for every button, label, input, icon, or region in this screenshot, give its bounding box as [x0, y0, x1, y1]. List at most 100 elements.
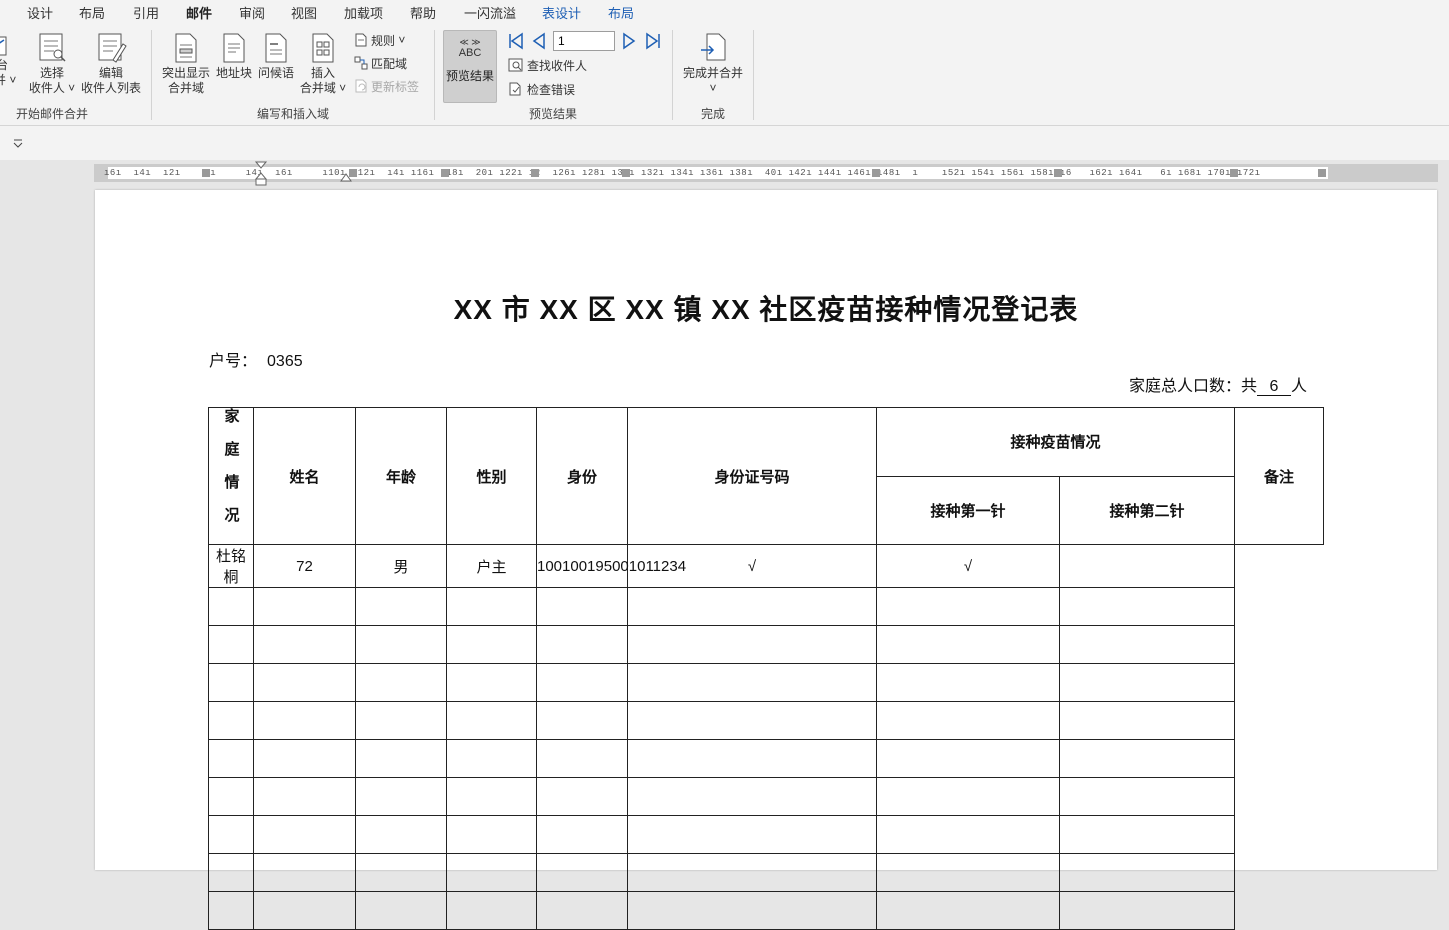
tab-yishan[interactable]: 一闪流溢 [464, 3, 516, 22]
cell-name[interactable] [208, 701, 254, 740]
greeting-line-button[interactable]: 问候语 [256, 32, 296, 81]
cell-dose2[interactable] [876, 625, 1060, 664]
cell-age[interactable] [253, 777, 356, 816]
rules-button[interactable]: 规则 ˅ [354, 31, 405, 49]
cell-dose1[interactable] [627, 853, 877, 892]
cell-role[interactable] [446, 853, 537, 892]
cell-remarks[interactable] [1058, 815, 1236, 854]
cell-role[interactable] [446, 663, 537, 702]
ruler-column-marker[interactable] [441, 169, 449, 177]
insert-merge-field-button[interactable]: 插入 合并域 ˅ [298, 32, 348, 96]
cell-role[interactable] [446, 701, 537, 740]
finish-merge-button[interactable]: 完成并合并 ˅ [680, 32, 746, 96]
cell-name[interactable] [208, 625, 254, 664]
tab-table-design[interactable]: 表设计 [542, 3, 581, 22]
cell-gender[interactable] [355, 815, 447, 854]
cell-id-number[interactable] [536, 663, 628, 702]
cell-role[interactable] [446, 777, 537, 816]
horizontal-ruler[interactable]: ı6ı ı4ı ı2ı ı ı4ı ı6ı ı10ı ı12ı ı4ı ı16ı… [94, 161, 1438, 186]
cell-name[interactable] [208, 891, 254, 930]
ruler-column-marker[interactable] [622, 169, 630, 177]
cell-age[interactable] [253, 853, 356, 892]
tab-help[interactable]: 帮助 [410, 3, 436, 22]
cell-dose2[interactable] [876, 739, 1060, 778]
cell-remarks[interactable] [1058, 663, 1236, 702]
select-recipients-button[interactable]: 选择 收件人 ˅ [26, 32, 78, 96]
check-errors-button[interactable]: 检查错误 [508, 80, 575, 98]
cell-dose1[interactable] [627, 777, 877, 816]
cell-name[interactable] [208, 739, 254, 778]
cell-id-number[interactable]: 100100195001011234 [536, 544, 686, 588]
edit-recipient-list-button[interactable]: 编辑 收件人列表 [80, 32, 142, 96]
cell-name[interactable] [208, 853, 254, 892]
tab-layout[interactable]: 布局 [79, 3, 105, 22]
find-recipient-button[interactable]: 查找收件人 [508, 56, 587, 74]
cell-name[interactable]: 杜铭桐 [208, 544, 254, 588]
start-mail-merge-button[interactable]: 台 并 ˅ [0, 36, 16, 88]
ruler-column-marker[interactable] [872, 169, 880, 177]
cell-id-number[interactable] [536, 853, 628, 892]
tab-references[interactable]: 引用 [133, 3, 159, 22]
cell-gender[interactable] [355, 739, 447, 778]
tab-view[interactable]: 视图 [291, 3, 317, 22]
cell-name[interactable] [208, 663, 254, 702]
ruler-column-marker[interactable] [1230, 169, 1238, 177]
cell-id-number[interactable] [536, 739, 628, 778]
cell-age[interactable] [253, 815, 356, 854]
cell-id-number[interactable] [536, 701, 628, 740]
cell-age[interactable] [253, 625, 356, 664]
cell-dose1[interactable] [627, 739, 877, 778]
match-fields-button[interactable]: 匹配域 [354, 54, 407, 72]
cell-age[interactable] [253, 739, 356, 778]
last-record-icon[interactable] [644, 32, 662, 50]
cell-gender[interactable] [355, 625, 447, 664]
customize-toolbar-icon[interactable] [12, 138, 24, 148]
cell-gender[interactable] [355, 587, 447, 626]
cell-dose2[interactable]: √ [876, 544, 1060, 588]
cell-name[interactable] [208, 815, 254, 854]
ruler-column-marker[interactable] [202, 169, 210, 177]
cell-remarks[interactable] [1058, 701, 1236, 740]
cell-dose1[interactable] [627, 891, 877, 930]
cell-gender[interactable] [355, 701, 447, 740]
tab-add-ins[interactable]: 加载项 [344, 3, 383, 22]
preview-results-button[interactable]: ≪ ≫ ABC 预览结果 [443, 30, 497, 103]
cell-remarks[interactable] [1058, 625, 1236, 664]
document-page[interactable]: XX 市 XX 区 XX 镇 XX 社区疫苗接种情况登记表 户号： 0365 家庭… [95, 190, 1437, 930]
registration-table[interactable]: 家庭情况 姓名 年龄 性别 身份 身份证号码 接种疫苗情况 备注 接种第一针 接… [208, 407, 1325, 930]
cell-name[interactable] [208, 587, 254, 626]
cell-role[interactable] [446, 739, 537, 778]
cell-role[interactable] [446, 815, 537, 854]
cell-dose2[interactable] [876, 815, 1060, 854]
update-labels-button[interactable]: 更新标签 [354, 77, 419, 95]
highlight-merge-fields-button[interactable]: 突出显示 合并域 [160, 32, 212, 96]
cell-id-number[interactable] [536, 625, 628, 664]
cell-remarks[interactable] [1058, 739, 1236, 778]
cell-dose1[interactable] [627, 701, 877, 740]
address-block-button[interactable]: 地址块 [214, 32, 254, 81]
ruler-column-marker[interactable] [1054, 169, 1062, 177]
cell-remarks[interactable] [1058, 544, 1236, 588]
cell-role[interactable] [446, 625, 537, 664]
ruler-column-marker[interactable] [1318, 169, 1326, 177]
tab-review[interactable]: 审阅 [239, 3, 265, 22]
cell-dose2[interactable] [876, 663, 1060, 702]
cell-gender[interactable] [355, 853, 447, 892]
cell-role[interactable]: 户主 [446, 544, 537, 588]
cell-dose2[interactable] [876, 853, 1060, 892]
cell-id-number[interactable] [536, 815, 628, 854]
right-indent-marker-icon[interactable] [340, 171, 352, 182]
cell-remarks[interactable] [1058, 587, 1236, 626]
cell-age[interactable] [253, 663, 356, 702]
cell-dose2[interactable] [876, 891, 1060, 930]
first-record-icon[interactable] [507, 32, 525, 50]
cell-dose2[interactable] [876, 701, 1060, 740]
cell-id-number[interactable] [536, 587, 628, 626]
cell-remarks[interactable] [1058, 853, 1236, 892]
next-record-icon[interactable] [621, 32, 637, 50]
ruler-column-marker[interactable] [531, 169, 539, 177]
cell-id-number[interactable] [536, 777, 628, 816]
cell-dose2[interactable] [876, 587, 1060, 626]
indent-marker-icon[interactable] [255, 161, 267, 187]
cell-age[interactable] [253, 701, 356, 740]
